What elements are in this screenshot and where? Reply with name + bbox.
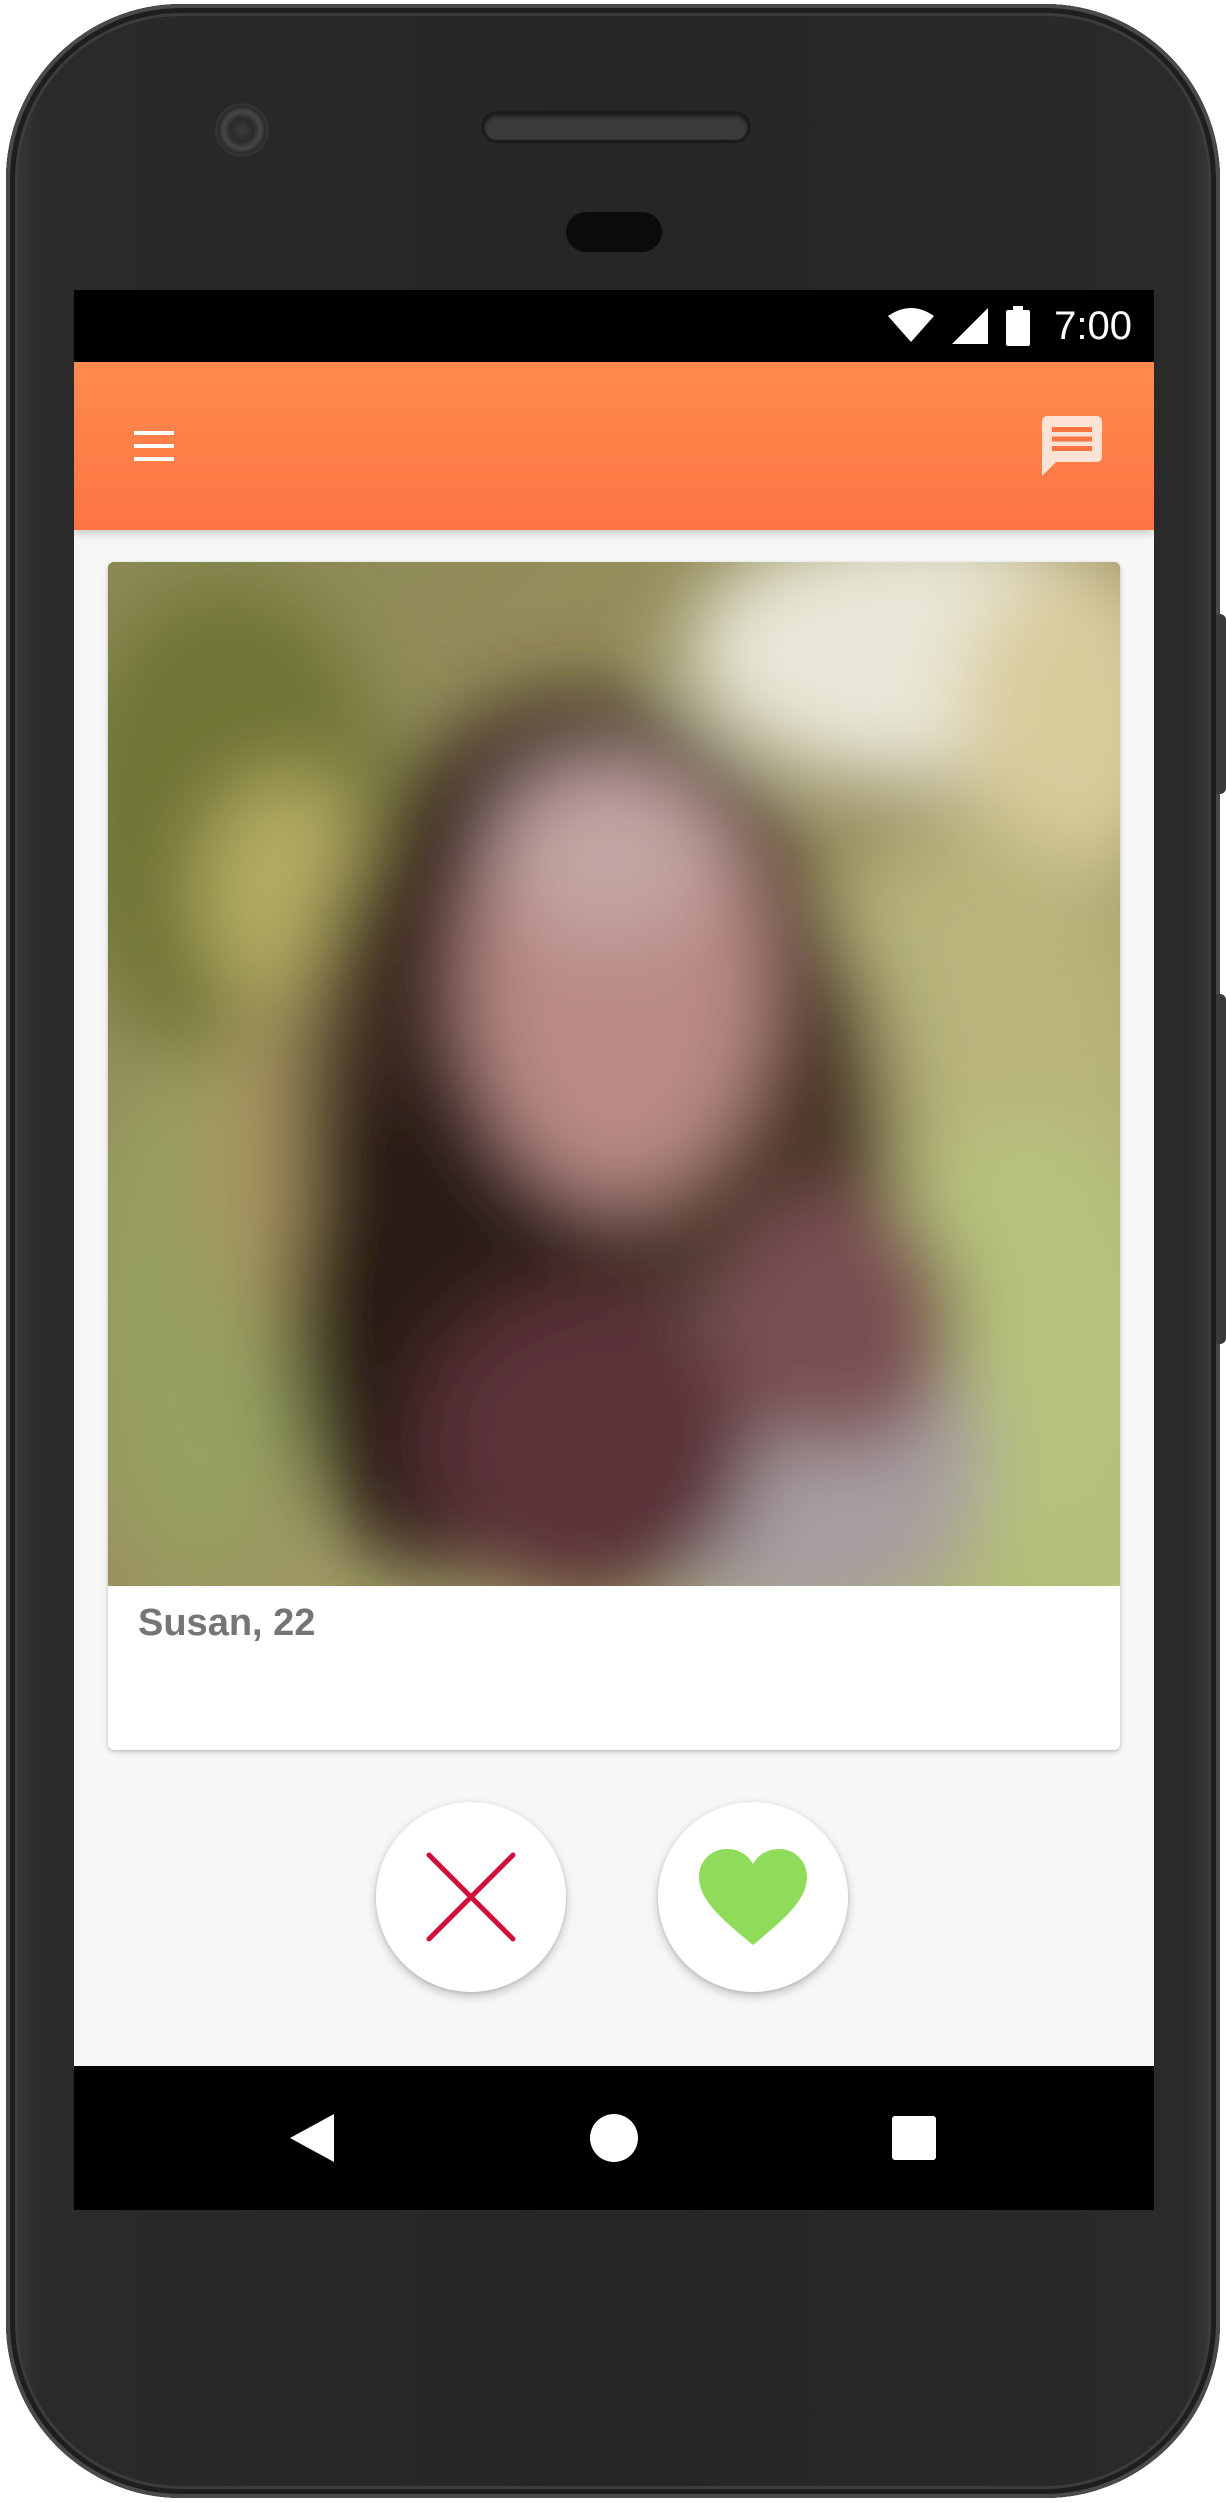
screen: 7:00 Susan, 22 — [74, 290, 1154, 2210]
wifi-icon — [888, 308, 935, 342]
home-icon — [590, 2114, 638, 2162]
back-icon — [290, 2114, 334, 2162]
cellular-signal-icon — [952, 308, 989, 344]
profile-photo — [108, 562, 1120, 1586]
like-button[interactable] — [658, 1802, 848, 1992]
close-icon — [426, 1852, 516, 1942]
chat-icon — [1042, 416, 1102, 476]
status-time: 7:00 — [1054, 303, 1132, 348]
dislike-button[interactable] — [376, 1802, 566, 1992]
menu-icon — [134, 431, 174, 461]
front-camera — [218, 106, 266, 154]
battery-icon — [1006, 306, 1031, 346]
proximity-sensor — [566, 212, 662, 252]
earpiece-speaker — [484, 114, 748, 140]
nav-back-button[interactable] — [262, 2088, 362, 2188]
blurred-portrait-image — [108, 562, 1120, 1586]
volume-button — [1216, 994, 1226, 1344]
recents-icon — [892, 2116, 936, 2160]
phone-frame: 7:00 Susan, 22 — [6, 4, 1226, 2498]
chat-button[interactable] — [1024, 398, 1120, 494]
profile-name-age: Susan, 22 — [138, 1602, 316, 1644]
navigation-bar — [74, 2066, 1154, 2210]
power-button — [1216, 614, 1226, 794]
profile-card[interactable]: Susan, 22 — [108, 562, 1120, 1750]
status-icons: 7:00 — [888, 290, 1132, 362]
nav-recents-button[interactable] — [864, 2088, 964, 2188]
app-bar — [74, 362, 1154, 530]
nav-home-button[interactable] — [564, 2088, 664, 2188]
menu-button[interactable] — [114, 406, 194, 486]
status-bar: 7:00 — [74, 290, 1154, 362]
heart-icon — [699, 1849, 807, 1945]
